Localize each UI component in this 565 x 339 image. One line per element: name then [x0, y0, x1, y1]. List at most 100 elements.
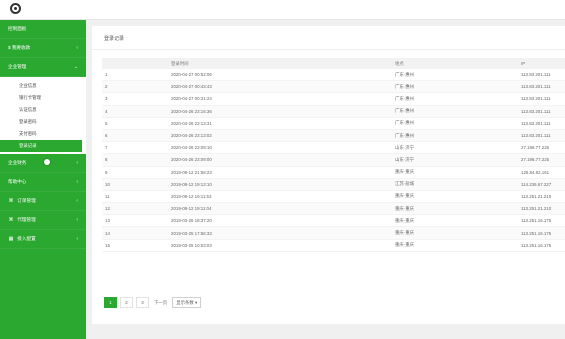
- cell-login-time: 2020-04-26 23:16:36: [168, 105, 392, 118]
- cell-ip: 113.251.21.210: [518, 202, 565, 216]
- cell-location: 山东·济宁: [392, 153, 518, 167]
- column-header-index: [102, 58, 168, 69]
- table-row: 3 2020-04-27 00:31:24 广东·惠州 113.83.201.111: [102, 92, 565, 106]
- table-row: 10 2019-09-12 19:13:10 江苏·盐城 114.236.67.227: [102, 178, 565, 191]
- cell-login-time: 2019-03-25 17:56:33: [168, 226, 392, 240]
- submenu-item-verification[interactable]: 认证信息: [0, 104, 86, 116]
- submenu-item-payment-password[interactable]: 支付密码: [0, 128, 86, 140]
- sidebar-item-label: 代理管理: [17, 217, 36, 222]
- table-row: 12 2019-09-12 19:11:04 重庆·重庆 113.251.21.210: [102, 202, 565, 216]
- cell-login-time: 2020-04-27 00:52:06: [168, 69, 392, 82]
- page-button-3[interactable]: 3: [136, 296, 149, 308]
- sidebar-item-label: $ 我要收款: [8, 45, 31, 50]
- cell-location: 广东·惠州: [392, 105, 518, 118]
- grid-icon: ▦: [8, 236, 14, 242]
- sidebar-item-label: 企业管理: [8, 64, 27, 69]
- cell-login-time: 2019-03-25 18:37:20: [168, 214, 392, 228]
- cell-index: 2: [102, 80, 168, 94]
- cell-location: 重庆·重庆: [392, 214, 518, 228]
- next-page-button[interactable]: 下一页: [152, 297, 170, 307]
- cell-location: 广东·惠州: [392, 69, 518, 82]
- sidebar-item-help-center[interactable]: 帮助中心 ‹: [0, 173, 86, 192]
- submenu-item-login-password[interactable]: 登录密码: [0, 116, 86, 128]
- table-row: 11 2019-09-12 19:11:53 重庆·重庆 113.251.21.210: [102, 190, 565, 204]
- sidebar-item-label: 帮助中心: [8, 179, 27, 184]
- cell-index: 10: [102, 178, 168, 191]
- sidebar-item-receive-payment[interactable]: $ 我要收款 ‹: [0, 39, 86, 58]
- table-row: 6 2020-04-26 23:13:02 广东·惠州 113.83.201.111: [102, 129, 565, 143]
- cell-index: 7: [102, 141, 168, 155]
- cell-login-time: 2019-09-12 21:58:23: [168, 166, 392, 179]
- cell-ip: 27.198.77.225: [518, 141, 565, 155]
- cell-location: 广东·惠州: [392, 117, 518, 130]
- cell-location: 江苏·盐城: [392, 178, 518, 191]
- cell-login-time: 2019-09-12 19:11:04: [168, 202, 392, 216]
- cell-ip: 113.83.201.111: [518, 105, 565, 118]
- table-row: 4 2020-04-26 23:16:36 广东·惠州 113.83.201.111: [102, 105, 565, 118]
- cell-login-time: 2019-09-12 19:11:53: [168, 190, 392, 204]
- enterprise-submenu: 企业信息 银行卡管理 认证信息 登录密码 支付密码 登录记录: [0, 77, 86, 154]
- chevron-left-icon: ‹: [76, 217, 78, 223]
- chevron-left-icon: ‹: [76, 45, 78, 51]
- sidebar-item-finance[interactable]: 企业财务 ‹: [0, 154, 86, 173]
- cell-login-time: 2020-04-26 23:13:31: [168, 117, 392, 130]
- sidebar-item-control-panel[interactable]: 控制面板: [0, 20, 86, 39]
- column-header-login-time: 登录时间: [168, 58, 392, 69]
- cell-location: 广东·惠州: [392, 80, 518, 94]
- cell-login-time: 2020-04-27 00:31:24: [168, 92, 392, 106]
- login-records-card: 登录记录 登录时间 地点 IP 1 2020-04-27 00:52:06 广东·惠…: [92, 26, 565, 324]
- sidebar-item-agents[interactable]: ⌘ 代理管理 ‹: [0, 211, 86, 230]
- page-button-1[interactable]: 1: [104, 296, 117, 308]
- sidebar-item-label: 企业财务: [8, 160, 27, 165]
- cell-location: 重庆·重庆: [392, 190, 518, 204]
- table-body: 1 2020-04-27 00:52:06 广东·惠州 113.83.201.111 2…: [102, 69, 565, 252]
- cell-location: 广东·惠州: [392, 92, 518, 106]
- share-icon: ⌘: [8, 198, 14, 204]
- sidebar-item-integration[interactable]: ▦ 接入配置 ‹: [0, 230, 86, 249]
- submenu-item-enterprise-info[interactable]: 企业信息: [0, 80, 86, 92]
- cell-location: 重庆·重庆: [392, 239, 518, 252]
- chevron-left-icon: ‹: [76, 179, 78, 185]
- cell-ip: 113.83.201.111: [518, 69, 565, 82]
- cell-index: 13: [102, 214, 168, 228]
- page-button-2[interactable]: 2: [120, 296, 133, 308]
- divider: [92, 49, 565, 50]
- cell-ip: 113.251.16.175: [518, 226, 565, 240]
- cell-location: 重庆·重庆: [392, 166, 518, 179]
- sidebar-item-orders[interactable]: ⌘ 订单管理 ‹: [0, 192, 86, 211]
- user-avatar-icon[interactable]: [10, 3, 21, 14]
- cell-index: 12: [102, 202, 168, 216]
- cell-location: 重庆·重庆: [392, 226, 518, 240]
- table-row: 1 2020-04-27 00:52:06 广东·惠州 113.83.201.111: [102, 69, 565, 82]
- share-icon: ⌘: [8, 217, 14, 223]
- sidebar-item-label: 接入配置: [17, 236, 36, 241]
- cell-login-time: 2020-04-26 23:09:00: [168, 153, 392, 167]
- table-header-row: 登录时间 地点 IP: [102, 58, 565, 69]
- table-row: 13 2019-03-25 18:37:20 重庆·重庆 113.251.16.175: [102, 214, 565, 228]
- cell-login-time: 2020-04-26 23:13:02: [168, 129, 392, 143]
- cell-ip: 114.236.67.227: [518, 178, 565, 191]
- cell-ip: 113.83.201.111: [518, 129, 565, 143]
- cell-index: 8: [102, 153, 168, 167]
- cell-ip: 113.251.21.210: [518, 190, 565, 204]
- chevron-left-icon: ‹: [76, 236, 78, 242]
- sidebar-menu: 控制面板 $ 我要收款 ‹ 企业管理 ⌄: [0, 20, 86, 77]
- cell-index: 14: [102, 226, 168, 240]
- sidebar-menu-lower: 企业财务 ‹ 帮助中心 ‹ ⌘ 订单管理 ‹ ⌘ 代理管理 ‹ ▦ 接入配置 ‹: [0, 154, 86, 249]
- cell-index: 1: [102, 69, 168, 82]
- cell-login-time: 2020-04-26 23:09:10: [168, 141, 392, 155]
- submenu-item-bank-cards[interactable]: 银行卡管理: [0, 92, 86, 104]
- page-title: 登录记录: [104, 36, 125, 42]
- submenu-item-login-records[interactable]: 登录记录: [0, 140, 82, 152]
- cell-login-time: 2019-03-25 10:53:03: [168, 239, 392, 252]
- top-bar: [0, 0, 565, 20]
- chevron-left-icon: ‹: [76, 160, 78, 166]
- chevron-down-icon: ⌄: [73, 64, 78, 70]
- cell-index: 9: [102, 166, 168, 179]
- cell-ip: 113.251.16.175: [518, 239, 565, 252]
- sidebar-item-label: 订单管理: [17, 198, 36, 203]
- sidebar-item-enterprise-management[interactable]: 企业管理 ⌄: [0, 58, 86, 77]
- page-size-select[interactable]: 显示条数 ▾: [172, 296, 202, 308]
- table-row: 5 2020-04-26 23:13:31 广东·惠州 113.83.201.111: [102, 117, 565, 130]
- column-header-location: 地点: [392, 58, 518, 69]
